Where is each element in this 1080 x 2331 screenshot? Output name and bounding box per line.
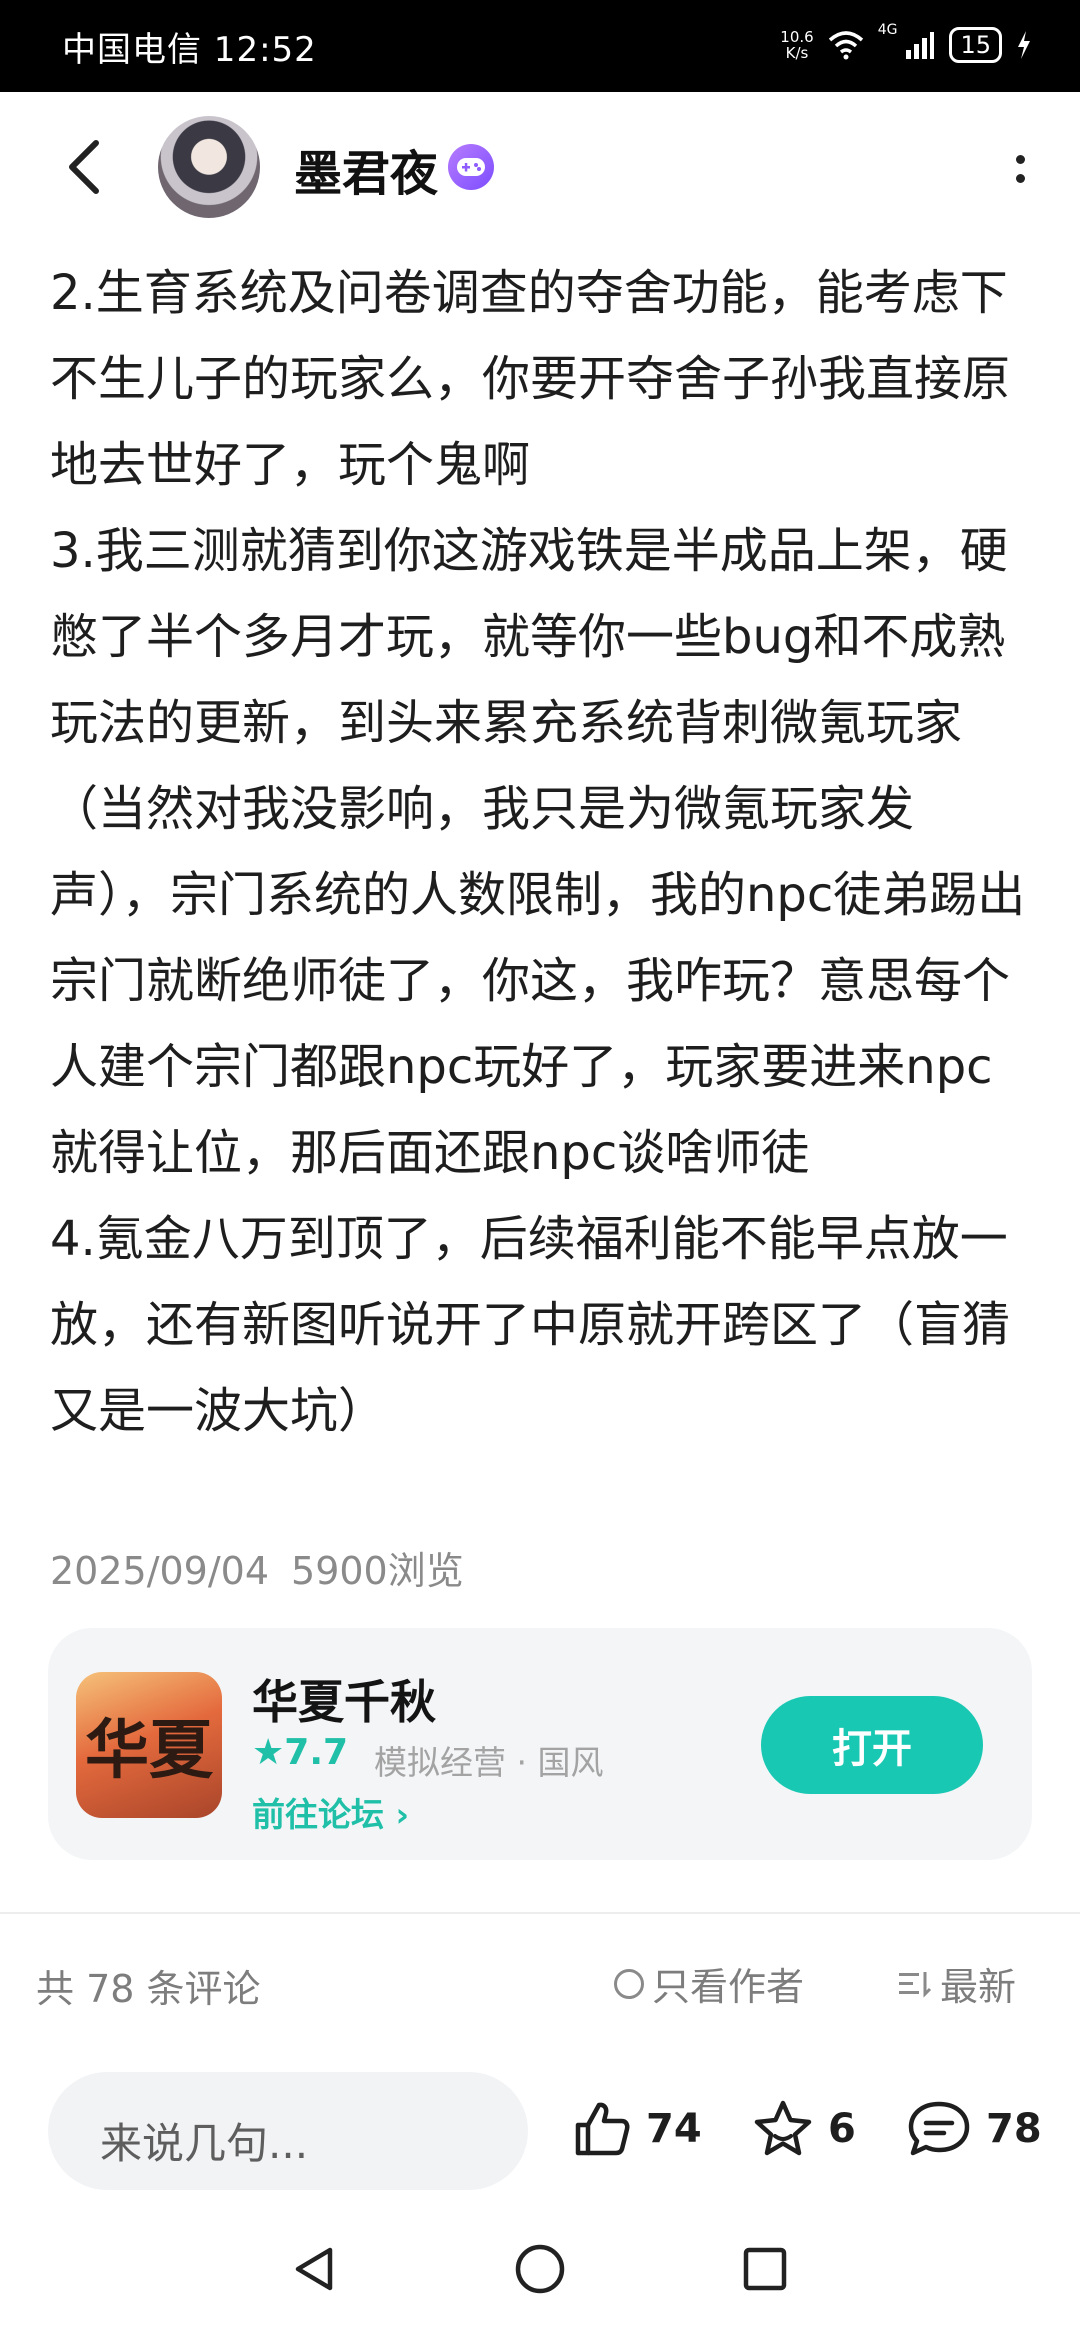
post-paragraph: 2.生育系统及问卷调查的夺舍功能，能考虑下不生儿子的玩家么，你要开夺舍子孙我直接… (50, 265, 1011, 493)
post-header: 墨君夜 (0, 92, 1080, 242)
radio-circle-icon (614, 1968, 644, 1999)
gamepad-badge-icon (448, 144, 494, 190)
game-tags: 模拟经营 · 国风 (374, 1743, 604, 1782)
more-options-button[interactable] (1000, 144, 1040, 194)
triangle-back-icon (295, 2247, 333, 2291)
favorite-count: 6 (828, 2106, 856, 2152)
open-game-button[interactable]: 打开 (761, 1696, 983, 1794)
nav-back-button[interactable] (280, 2234, 350, 2304)
sort-latest-label: 最新 (940, 1965, 1017, 2009)
square-recents-icon (743, 2247, 787, 2291)
go-to-forum-link[interactable]: 前往论坛 › (252, 1788, 409, 1836)
system-navigation-bar (0, 2214, 1080, 2331)
more-vertical-icon (1015, 155, 1025, 164)
network-type: 4G (877, 22, 898, 38)
net-speed-unit: K/s (785, 44, 809, 62)
comment-input-placeholder: 来说几句... (100, 2119, 309, 2168)
game-card[interactable]: 华夏 华夏千秋 ★7.7 模拟经营 · 国风 前往论坛 › 打开 (48, 1628, 1032, 1860)
net-speed-value: 10.6 (780, 28, 814, 46)
game-app-icon[interactable]: 华夏 (76, 1672, 222, 1818)
comment-count-action: 78 (986, 2106, 1042, 2152)
sort-latest-button[interactable]: 最新 (898, 1956, 1016, 2011)
author-avatar[interactable] (158, 116, 260, 218)
comment-input[interactable]: 来说几句... (48, 2072, 528, 2190)
battery-indicator: 15 (949, 27, 1002, 63)
comment-bubble-icon (908, 2101, 970, 2156)
post-paragraph: 3.我三测就猜到你这游戏铁是半成品上架，硬憋了半个多月才玩，就等你一些bug和不… (50, 523, 1026, 1181)
status-bar: 中国电信 12:52 10.6 K/s 4G 15 (0, 0, 1080, 92)
post-meta: 2025/09/04 5900浏览 (50, 1540, 464, 1595)
carrier-time: 中国电信 12:52 (62, 30, 317, 70)
favorite-button[interactable]: 6 (752, 2084, 856, 2174)
post-paragraph: 4.氪金八万到顶了，后续福利能不能早点放一放，还有新图听说开了中原就开跨区了（盲… (50, 1211, 1011, 1439)
author-only-filter[interactable]: 只看作者 (614, 1956, 804, 2011)
author-only-label: 只看作者 (652, 1965, 805, 2009)
comments-button[interactable]: 78 (906, 2084, 1042, 2174)
status-icons: 10.6 K/s 4G 15 (780, 22, 1032, 68)
wifi-icon (828, 31, 863, 60)
post-views: 5900浏览 (291, 1549, 464, 1593)
comments-toolbar: 共 78 条评论 只看作者 最新 (0, 1914, 1080, 2044)
bottom-action-bar: 来说几句... 74 6 78 (0, 2044, 1080, 2214)
post-date: 2025/09/04 (50, 1549, 270, 1593)
thumbs-up-icon (575, 2102, 630, 2156)
like-button[interactable]: 74 (572, 2084, 702, 2174)
charging-icon (1018, 31, 1030, 59)
comment-count: 共 78 条评论 (36, 1967, 261, 2011)
game-icon-text: 华夏 (85, 1713, 213, 1788)
sort-list-icon (899, 1971, 932, 1998)
net-speed: 10.6 K/s (780, 29, 813, 61)
post-content: 2.生育系统及问卷调查的夺舍功能，能考虑下不生儿子的玩家么，你要开夺舍子孙我直接… (50, 250, 1030, 1454)
like-count: 74 (646, 2106, 702, 2152)
circle-home-icon (515, 2244, 565, 2294)
author-name[interactable]: 墨君夜 (294, 134, 438, 204)
back-button[interactable] (54, 134, 114, 200)
game-rating: ★7.7 (252, 1732, 349, 1773)
game-title[interactable]: 华夏千秋 (252, 1666, 436, 1732)
nav-home-button[interactable] (505, 2234, 575, 2304)
star-icon (754, 2100, 812, 2156)
nav-recents-button[interactable] (730, 2234, 800, 2304)
signal-icon (906, 32, 935, 59)
back-arrow-icon (69, 140, 99, 194)
